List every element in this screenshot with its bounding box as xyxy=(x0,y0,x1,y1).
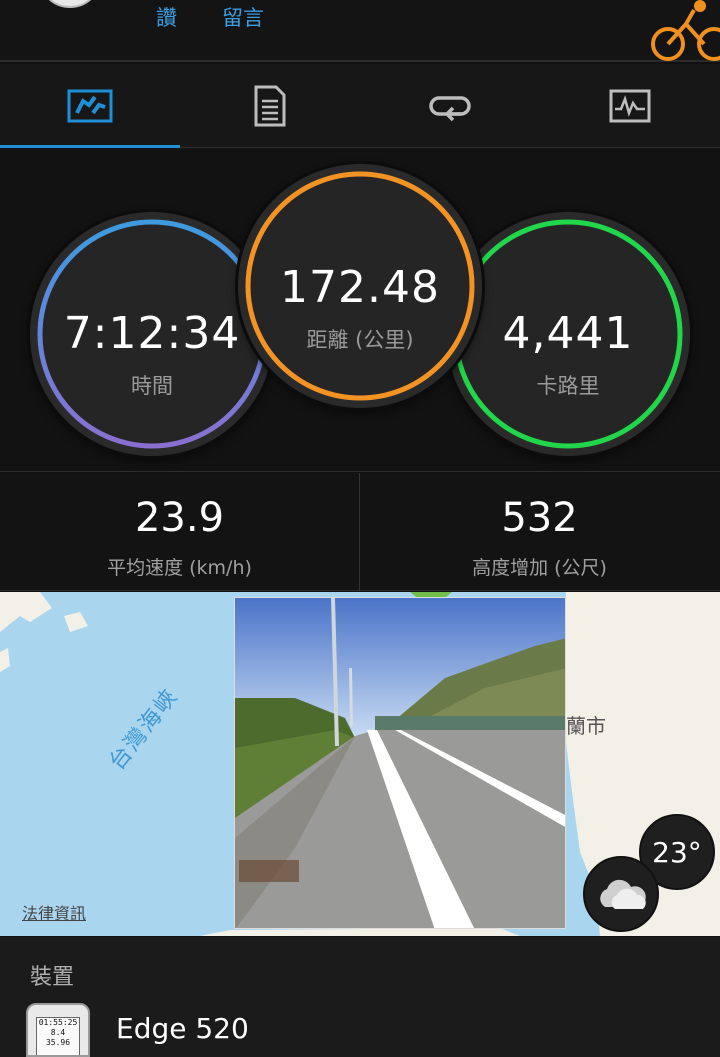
devices-section: 裝置 xyxy=(0,937,720,1057)
distance-label: 距離 (公里) xyxy=(306,328,414,352)
tab-laps[interactable] xyxy=(360,64,540,148)
tab-bar xyxy=(0,64,720,148)
route-map[interactable]: 台灣海峽 蘭市 法律資訊 23° xyxy=(0,592,720,936)
chart-icon xyxy=(609,89,651,123)
device-screen-line-1: 01:55:25 xyxy=(38,1018,78,1027)
weather-badge xyxy=(583,856,659,932)
summary-rings: 7:12:34 時間 4,441 卡路里 172.48 距離 (公里) xyxy=(0,148,720,472)
device-screen: 01:55:25 8.4 35.96 xyxy=(36,1017,80,1055)
overview-icon xyxy=(67,89,113,123)
device-screen-line-3: 35.96 xyxy=(45,1038,71,1047)
tab-details[interactable] xyxy=(180,64,360,148)
avatar[interactable] xyxy=(38,0,102,8)
cycling-icon xyxy=(651,0,720,61)
elevation-value: 532 xyxy=(501,495,578,541)
elevation-label: 高度增加 (公尺) xyxy=(472,557,607,579)
avg-speed-label: 平均速度 (km/h) xyxy=(107,557,252,579)
device-thumbnail[interactable]: 01:55:25 8.4 35.96 xyxy=(26,1003,90,1057)
like-link[interactable]: 讚 xyxy=(156,2,177,32)
distance-value: 172.48 xyxy=(280,262,440,313)
city-label: 蘭市 xyxy=(566,714,606,738)
laps-icon xyxy=(429,96,471,122)
avg-speed-value: 23.9 xyxy=(134,495,225,541)
avg-speed-stat: 23.9 平均速度 (km/h) xyxy=(0,473,359,591)
cloudy-icon xyxy=(600,879,646,909)
devices-title: 裝置 xyxy=(30,965,75,990)
calories-value: 4,441 xyxy=(502,308,634,359)
activity-photo[interactable] xyxy=(234,597,566,929)
details-icon xyxy=(254,85,286,127)
activity-header: 讚 留言 xyxy=(0,0,720,62)
elevation-stat: 532 高度增加 (公尺) xyxy=(360,473,719,591)
calories-ring: 4,441 卡路里 xyxy=(446,212,690,456)
secondary-stats: 23.9 平均速度 (km/h) 532 高度增加 (公尺) xyxy=(0,473,720,591)
comment-link[interactable]: 留言 xyxy=(222,2,264,32)
road-photo-image xyxy=(235,598,565,928)
tab-charts[interactable] xyxy=(540,64,720,148)
device-name[interactable]: Edge 520 xyxy=(116,1012,249,1045)
tab-overview[interactable] xyxy=(0,64,180,148)
device-screen-line-2: 8.4 xyxy=(50,1028,66,1037)
calories-label: 卡路里 xyxy=(536,374,600,398)
legal-link[interactable]: 法律資訊 xyxy=(22,900,86,924)
distance-ring: 172.48 距離 (公里) xyxy=(238,164,482,408)
